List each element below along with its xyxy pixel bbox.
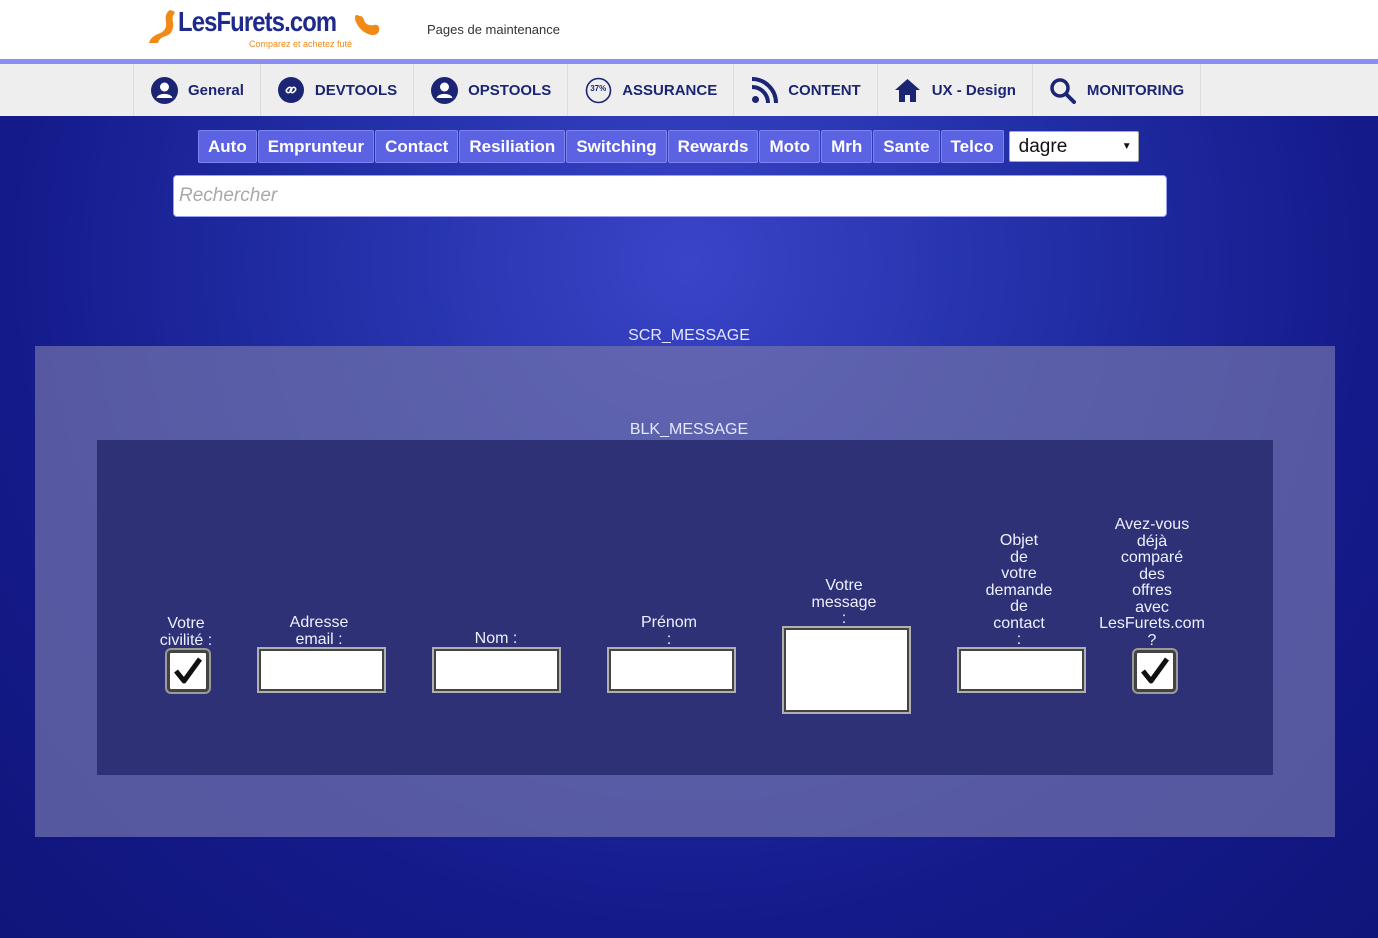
chevron-down-icon: ▼: [1121, 141, 1132, 152]
nav-item-label: CONTENT: [788, 81, 861, 99]
percent-badge-icon: 37%: [584, 76, 612, 104]
tab-mrh[interactable]: Mrh: [821, 130, 873, 163]
checkmark-icon: [174, 657, 203, 684]
nav-item-label: OPSTOOLS: [468, 81, 552, 99]
percent-badge-text: 37%: [590, 84, 607, 93]
filter-tabs: Auto Emprunteur Contact Resiliation Swit…: [198, 130, 1139, 163]
tab-emprunteur[interactable]: Emprunteur: [257, 130, 375, 163]
nav-item-label: DEVTOOLS: [314, 81, 398, 99]
prenom-field[interactable]: [609, 649, 734, 691]
home-icon: [894, 76, 922, 104]
block-label: BLK_MESSAGE: [629, 421, 749, 438]
nav-item-monitoring[interactable]: MONITORING: [1031, 64, 1202, 116]
tab-auto[interactable]: Auto: [198, 130, 257, 163]
tab-telco[interactable]: Telco: [940, 130, 1004, 163]
field-label-deja-compare: Avez-vous déjà comparé des offres avec LesFure…: [1099, 516, 1205, 649]
tab-resiliation[interactable]: Resiliation: [459, 130, 566, 163]
ferret-logo-icon: [149, 10, 175, 43]
message-textarea[interactable]: [784, 628, 909, 712]
search-input[interactable]: [173, 175, 1167, 217]
link-icon: [277, 76, 305, 104]
tab-contact[interactable]: Contact: [375, 130, 459, 163]
nav-item-label: UX - Design: [931, 81, 1016, 99]
nav-item-assurance[interactable]: 37% ASSURANCE: [567, 64, 733, 116]
nav-item-opstools[interactable]: OPSTOOLS: [413, 64, 567, 116]
logo-text: LesFurets.com: [178, 6, 337, 37]
tab-sante[interactable]: Sante: [873, 130, 940, 163]
ferret-tail-icon: [355, 15, 380, 35]
nav-item-general[interactable]: General: [133, 64, 260, 116]
site-subtitle: Pages de maintenance: [427, 22, 560, 37]
nav-item-label: ASSURANCE: [622, 81, 718, 99]
deja-compare-checkbox[interactable]: [1134, 650, 1176, 692]
user-icon: [430, 76, 458, 104]
field-label-objet: Objet de votre demande de contact:: [985, 532, 1053, 648]
civilite-checkbox[interactable]: [167, 650, 209, 692]
nav-item-ux-design[interactable]: UX - Design: [876, 64, 1032, 116]
tab-rewards[interactable]: Rewards: [667, 130, 759, 163]
nom-field[interactable]: [434, 649, 559, 691]
field-label-email: Adresse email :: [289, 614, 349, 648]
nav-item-label: MONITORING: [1086, 81, 1185, 99]
nav-item-devtools[interactable]: DEVTOOLS: [259, 64, 413, 116]
checkmark-icon: [1141, 657, 1170, 684]
main-nav: General DEVTOOLS OPSTOOLS 37% ASSURANCE: [0, 64, 1378, 116]
layout-select[interactable]: dagre ▼: [1008, 131, 1139, 162]
screen-label: SCR_MESSAGE: [628, 327, 750, 344]
logo-tagline: Comparez et achetez futé: [249, 39, 353, 49]
tab-moto[interactable]: Moto: [759, 130, 821, 163]
objet-field[interactable]: [959, 649, 1084, 691]
layout-select-value: dagre: [1018, 135, 1068, 157]
field-label-civilite: Votre civilité :: [159, 615, 213, 649]
field-label-message: Votre message:: [811, 577, 877, 627]
email-field[interactable]: [259, 649, 384, 691]
field-label-nom: Nom :: [474, 630, 518, 647]
nav-item-content[interactable]: CONTENT: [733, 64, 877, 116]
tab-switching[interactable]: Switching: [566, 130, 667, 163]
site-logo[interactable]: LesFurets.com Comparez et achetez futé: [148, 6, 384, 52]
nav-item-label: General: [188, 81, 244, 99]
search-icon: [1049, 76, 1077, 104]
top-header: LesFurets.com Comparez et achetez futé P…: [0, 0, 1378, 60]
field-label-prenom: Prénom:: [640, 614, 698, 648]
rss-icon: [750, 76, 778, 104]
user-icon: [150, 76, 178, 104]
